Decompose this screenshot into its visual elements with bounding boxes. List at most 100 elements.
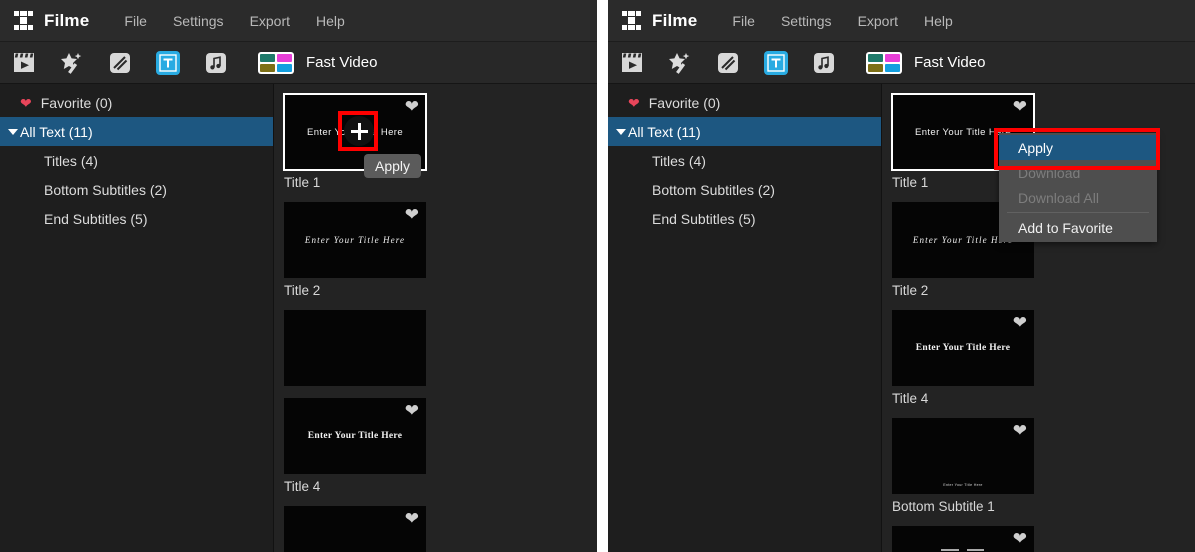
text-icon[interactable] — [156, 51, 180, 75]
sidebar-item-label: Bottom Subtitles (2) — [44, 182, 167, 198]
fast-video-label: Fast Video — [914, 54, 985, 71]
template-label: Title 2 — [892, 283, 1044, 298]
template-thumbnail-title-4[interactable]: ❤ Enter Your Title Here — [892, 310, 1034, 386]
thumbnail-preview-text: Enter Your Title Here — [916, 343, 1011, 353]
title-bar: Filme File Settings Export Help — [0, 0, 597, 42]
sidebar-item-label: End Subtitles (5) — [652, 211, 756, 227]
fast-video-label: Fast Video — [306, 54, 377, 71]
template-thumbnail-title-2[interactable]: ❤ Enter Your Title Here — [284, 202, 426, 278]
heart-icon: ❤ — [628, 96, 640, 110]
audio-music-icon[interactable] — [812, 51, 836, 75]
favorite-heart-icon[interactable]: ❤ — [405, 206, 419, 223]
title-bar: Filme File Settings Export Help — [608, 0, 1195, 42]
template-grid-panel[interactable]: ❤ Enter Your Title Here Title 1 ❤ Enter … — [274, 84, 597, 552]
fast-video-template-icon — [866, 52, 902, 74]
template-label: Bottom Subtitle 1 — [892, 499, 1044, 514]
tool-bar: Fast Video — [0, 42, 597, 84]
sidebar-item-favorite[interactable]: ❤ Favorite (0) — [608, 88, 881, 117]
sidebar-item-label: Favorite (0) — [649, 95, 721, 111]
sidebar-item-favorite[interactable]: ❤ Favorite (0) — [0, 88, 273, 117]
context-menu-separator — [1007, 212, 1149, 213]
menu-item-export[interactable]: Export — [237, 9, 303, 33]
favorite-heart-icon[interactable]: ❤ — [405, 98, 419, 115]
sidebar-item-bottom-subtitles[interactable]: Bottom Subtitles (2) — [608, 175, 881, 204]
template-label: Title 4 — [892, 391, 1044, 406]
template-thumbnail-title-4[interactable]: ❤ Enter Your Title Here — [284, 398, 426, 474]
template-label: Title 4 — [284, 479, 436, 494]
sidebar-item-label: End Subtitles (5) — [44, 211, 148, 227]
transition-icon[interactable] — [108, 51, 132, 75]
grid-cell[interactable]: ❤ — [892, 526, 1044, 552]
menu-item-export[interactable]: Export — [845, 9, 911, 33]
sidebar-item-all-text[interactable]: All Text (11) — [608, 117, 881, 146]
favorite-heart-icon[interactable]: ❤ — [1013, 422, 1027, 439]
thumbnail-preview-text: Enter Your Title Here — [305, 235, 405, 245]
thumbnail-preview-text: Enter Your Title Here — [308, 431, 403, 441]
sidebar: ❤ Favorite (0) All Text (11) Titles (4) … — [0, 84, 274, 552]
app-brand-name: Filme — [652, 11, 697, 31]
text-icon[interactable] — [764, 51, 788, 75]
media-icon[interactable] — [620, 51, 644, 75]
grid-cell[interactable]: ❤ Enter Your Title Here Title 4 — [284, 398, 436, 494]
context-menu-item-download: Download — [999, 160, 1157, 185]
heart-icon: ❤ — [20, 96, 32, 110]
favorite-heart-icon[interactable]: ❤ — [1013, 530, 1027, 547]
caret-down-icon — [8, 129, 18, 135]
sidebar-item-all-text[interactable]: All Text (11) — [0, 117, 273, 146]
template-grid: ❤ Enter Your Title Here Title 1 ❤ Enter … — [274, 84, 597, 552]
fast-video-button[interactable]: Fast Video — [258, 52, 377, 74]
grid-cell[interactable]: ❤ Enter Your Title Here Bottom Subtitle … — [892, 418, 1044, 514]
body-split: ❤ Favorite (0) All Text (11) Titles (4) … — [0, 84, 597, 552]
app-brand-name: Filme — [44, 11, 89, 31]
screenshot-root: Filme File Settings Export Help — [0, 0, 1195, 552]
template-thumbnail-clipped[interactable] — [284, 310, 426, 386]
sidebar-item-titles[interactable]: Titles (4) — [608, 146, 881, 175]
tool-bar: Fast Video — [608, 42, 1195, 84]
filme-clapper-logo-icon — [14, 11, 36, 30]
favorite-heart-icon[interactable]: ❤ — [1013, 314, 1027, 331]
fast-video-template-icon — [258, 52, 294, 74]
media-icon[interactable] — [12, 51, 36, 75]
caret-down-icon — [616, 129, 626, 135]
left-panel: Filme File Settings Export Help — [0, 0, 597, 552]
template-thumbnail-end-subtitle-1[interactable]: ❤ — [892, 526, 1034, 552]
context-menu[interactable]: Apply Download Download All Add to Favor… — [999, 133, 1157, 242]
grid-cell[interactable]: ❤ Enter Your Title Here Bottom Subtitle … — [284, 506, 436, 552]
grid-cell[interactable]: ❤ Enter Your Title Here Title 2 — [284, 202, 436, 298]
menu-item-file[interactable]: File — [111, 9, 160, 33]
sidebar-item-label: Favorite (0) — [41, 95, 113, 111]
menu-item-settings[interactable]: Settings — [160, 9, 237, 33]
context-menu-item-add-to-favorite[interactable]: Add to Favorite — [999, 215, 1157, 240]
sidebar-item-label: All Text (11) — [628, 124, 701, 140]
grid-cell-clipped[interactable] — [284, 310, 436, 386]
template-thumbnail-bottom-subtitle-1[interactable]: ❤ Enter Your Title Here — [284, 506, 426, 552]
grid-cell[interactable]: ❤ Enter Your Title Here Title 4 — [892, 310, 1044, 406]
menu-item-settings[interactable]: Settings — [768, 9, 845, 33]
favorite-heart-icon[interactable]: ❤ — [405, 402, 419, 419]
sidebar-item-label: Titles (4) — [652, 153, 706, 169]
template-thumbnail-bottom-subtitle-1[interactable]: ❤ Enter Your Title Here — [892, 418, 1034, 494]
plus-circle-icon[interactable] — [344, 116, 374, 146]
sidebar-item-label: Titles (4) — [44, 153, 98, 169]
template-label: Title 2 — [284, 283, 436, 298]
sidebar-item-bottom-subtitles[interactable]: Bottom Subtitles (2) — [0, 175, 273, 204]
fast-video-button[interactable]: Fast Video — [866, 52, 985, 74]
context-menu-item-apply[interactable]: Apply — [999, 135, 1157, 160]
favorite-heart-icon[interactable]: ❤ — [1013, 98, 1027, 115]
panel-divider — [597, 0, 608, 552]
sidebar-item-label: All Text (11) — [20, 124, 93, 140]
menu-item-file[interactable]: File — [719, 9, 768, 33]
effects-wand-icon[interactable] — [668, 51, 692, 75]
favorite-heart-icon[interactable]: ❤ — [405, 510, 419, 527]
sidebar-item-end-subtitles[interactable]: End Subtitles (5) — [608, 204, 881, 233]
sidebar-item-end-subtitles[interactable]: End Subtitles (5) — [0, 204, 273, 233]
transition-icon[interactable] — [716, 51, 740, 75]
effects-wand-icon[interactable] — [60, 51, 84, 75]
menu-item-help[interactable]: Help — [911, 9, 966, 33]
sidebar-item-titles[interactable]: Titles (4) — [0, 146, 273, 175]
menu-item-help[interactable]: Help — [303, 9, 358, 33]
sidebar-item-label: Bottom Subtitles (2) — [652, 182, 775, 198]
audio-music-icon[interactable] — [204, 51, 228, 75]
thumbnail-preview-text: Enter Your Title Here — [892, 483, 1034, 487]
menu-bar: File Settings Export Help — [719, 9, 965, 33]
